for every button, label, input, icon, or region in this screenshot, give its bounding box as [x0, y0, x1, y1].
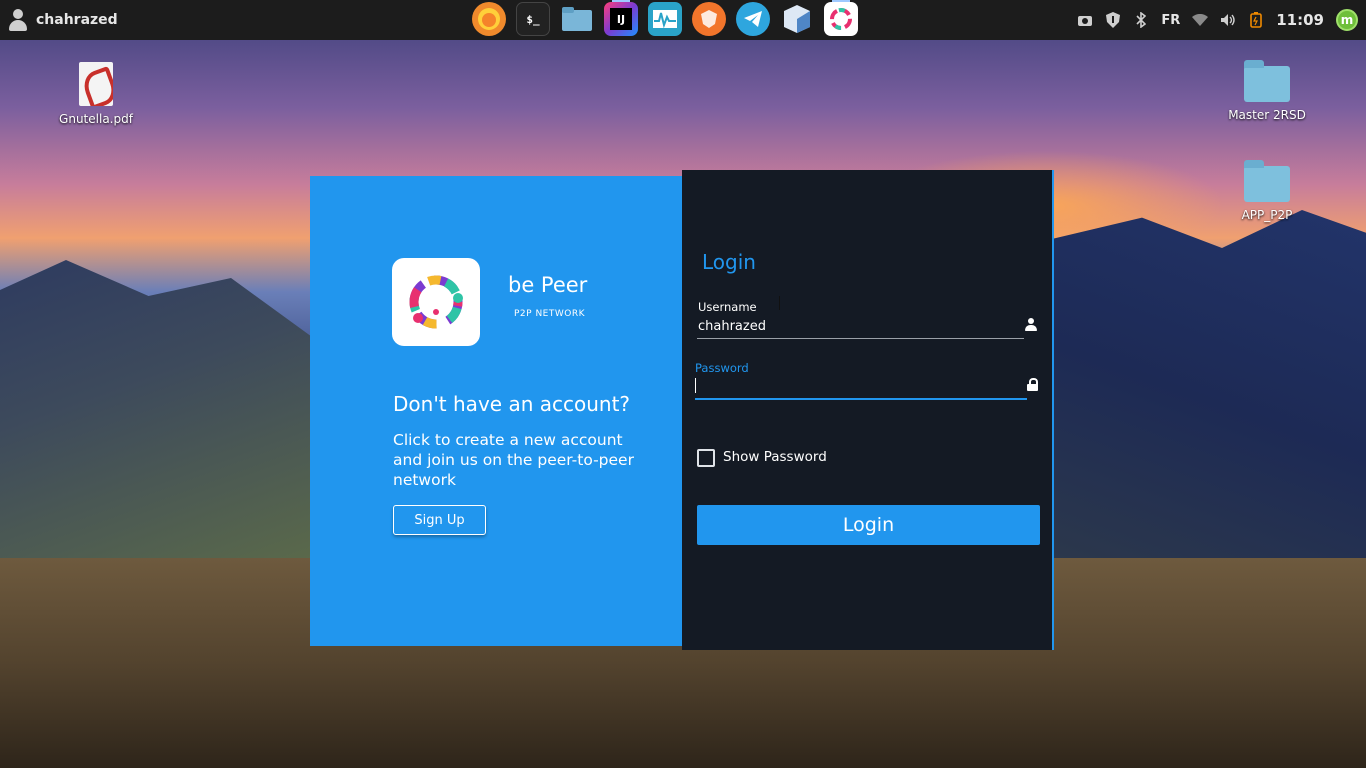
username-underline: [697, 338, 1024, 339]
volume-icon[interactable]: [1220, 12, 1236, 28]
login-panel: Login Username Password Show Password Lo…: [682, 170, 1054, 650]
virtualbox-icon[interactable]: [780, 2, 814, 36]
desktop-icon-label: Gnutella.pdf: [59, 112, 133, 126]
lock-icon: [1027, 378, 1038, 391]
user-name: chahrazed: [36, 12, 118, 28]
telegram-icon[interactable]: [736, 2, 770, 36]
signup-heading: Don't have an account?: [393, 392, 631, 416]
firefox-icon[interactable]: [472, 2, 506, 36]
username-label: Username: [698, 300, 757, 314]
desktop-icon-gnutella-pdf[interactable]: Gnutella.pdf: [51, 62, 141, 126]
username-input[interactable]: [698, 317, 1018, 335]
system-monitor-icon[interactable]: [648, 2, 682, 36]
sign-up-button[interactable]: Sign Up: [393, 505, 486, 535]
login-button[interactable]: Login: [697, 505, 1040, 545]
show-password-label[interactable]: Show Password: [723, 449, 827, 465]
mouse-cursor-ibeam-icon: [779, 296, 782, 310]
signup-description: Click to create a new account and join u…: [393, 431, 634, 489]
bluetooth-icon[interactable]: [1133, 12, 1149, 28]
password-underline: [695, 398, 1027, 400]
person-icon: [1024, 318, 1038, 332]
dock: $_ IJ: [472, 0, 858, 36]
desktop-icon-master-2rsd[interactable]: Master 2RSD: [1222, 60, 1312, 122]
text-caret: [695, 378, 696, 393]
password-label: Password: [695, 361, 749, 375]
desktop-icon-label: Master 2RSD: [1228, 108, 1306, 122]
brave-icon[interactable]: [692, 2, 726, 36]
intellij-icon[interactable]: IJ: [604, 0, 638, 36]
files-icon[interactable]: [560, 2, 594, 36]
folder-icon: [1244, 160, 1290, 202]
password-input[interactable]: [695, 377, 1015, 395]
bepeer-app-icon[interactable]: [824, 0, 858, 36]
battery-icon[interactable]: [1248, 12, 1264, 28]
user-icon: [8, 8, 28, 32]
pdf-file-icon: [79, 62, 113, 106]
system-tray: FR 11:09 m: [1077, 0, 1358, 40]
wallpaper-mountain-left: [0, 260, 330, 560]
desktop-icon-label: APP_P2P: [1241, 208, 1293, 222]
screenshot-icon[interactable]: [1077, 12, 1093, 28]
login-title: Login: [702, 250, 756, 274]
user-menu[interactable]: chahrazed: [8, 0, 118, 40]
signup-panel: be Peer P2P NETWORK Don't have an accoun…: [310, 176, 682, 646]
clock[interactable]: 11:09: [1276, 11, 1324, 29]
top-panel: chahrazed $_ IJ FR 11:09 m: [0, 0, 1366, 40]
desktop-icon-app-p2p[interactable]: APP_P2P: [1222, 160, 1312, 222]
brand-name: be Peer: [508, 273, 588, 297]
terminal-icon[interactable]: $_: [516, 2, 550, 36]
bepeer-logo-icon: [392, 258, 480, 346]
wifi-icon[interactable]: [1192, 12, 1209, 28]
wallpaper-mountain-right: [1046, 210, 1366, 590]
keyboard-layout-indicator[interactable]: FR: [1161, 13, 1180, 28]
shield-icon[interactable]: [1105, 12, 1121, 28]
folder-icon: [1244, 60, 1290, 102]
brand-tagline: P2P NETWORK: [514, 309, 585, 319]
show-password-checkbox[interactable]: [697, 449, 715, 467]
mint-menu-icon[interactable]: m: [1336, 9, 1358, 31]
